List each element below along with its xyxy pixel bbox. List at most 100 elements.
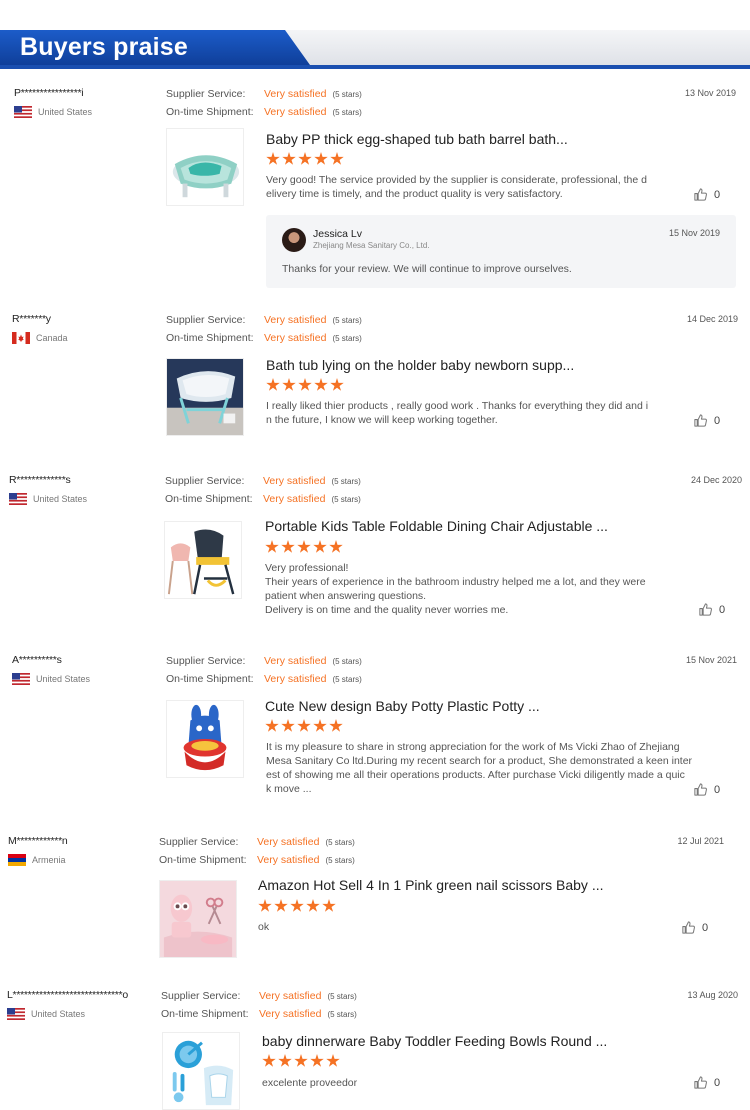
- product-thumbnail[interactable]: [166, 358, 244, 436]
- product-thumbnail[interactable]: [159, 880, 237, 958]
- supplier-service-label: Supplier Service:: [166, 655, 246, 667]
- supplier-service-rating: Supplier Service: Very satisfied (5 star…: [159, 836, 355, 848]
- product-title[interactable]: Amazon Hot Sell 4 In 1 Pink green nail s…: [258, 877, 604, 893]
- high-chair-image: [165, 522, 241, 598]
- star-icon: [297, 719, 311, 732]
- product-title[interactable]: Portable Kids Table Foldable Dining Chai…: [265, 518, 608, 534]
- canada-flag-icon: [12, 332, 30, 344]
- star-icon: [297, 540, 311, 553]
- shipment-label: On-time Shipment:: [165, 493, 253, 505]
- review-date: 13 Aug 2020: [687, 990, 738, 1000]
- country-name: Canada: [36, 333, 68, 343]
- product-title[interactable]: Baby PP thick egg-shaped tub bath barrel…: [266, 131, 568, 147]
- shipment-value: Very satisfied: [264, 332, 327, 344]
- like-count: 0: [719, 603, 726, 616]
- reviewer-name: R*************s: [9, 474, 71, 486]
- star-icon: [298, 378, 312, 391]
- supplier-service-value: Very satisfied: [259, 990, 322, 1002]
- star-icon: [326, 1054, 340, 1067]
- star-icon: [314, 378, 328, 391]
- product-title[interactable]: Bath tub lying on the holder baby newbor…: [266, 357, 574, 373]
- like-count: 0: [714, 414, 721, 427]
- like-button[interactable]: 0: [693, 782, 720, 797]
- reviewer-name: R*******y: [12, 313, 51, 325]
- reviewer-country: Canada: [12, 332, 68, 344]
- thumb-up-icon: [693, 413, 708, 428]
- star-icon: [298, 152, 312, 165]
- country-name: United States: [33, 494, 88, 504]
- shipment-value: Very satisfied: [257, 854, 320, 866]
- like-button[interactable]: 0: [693, 413, 720, 428]
- shipment-stars: (5 stars): [331, 495, 361, 504]
- header-underline: [0, 65, 750, 69]
- us-flag-icon: [12, 673, 30, 685]
- star-icon: [262, 1054, 276, 1067]
- star-rating: [266, 152, 346, 166]
- product-thumbnail[interactable]: [162, 1032, 240, 1110]
- like-button[interactable]: 0: [681, 920, 708, 935]
- shipment-label: On-time Shipment:: [159, 854, 247, 866]
- shipment-label: On-time Shipment:: [166, 673, 254, 685]
- review-comment: ok: [258, 921, 270, 933]
- star-rating: [265, 719, 345, 733]
- star-icon: [278, 1054, 292, 1067]
- supplier-service-rating: Supplier Service: Very satisfied (5 star…: [161, 990, 357, 1002]
- star-icon: [322, 899, 336, 912]
- thumb-up-icon: [693, 782, 708, 797]
- section-header: Buyers praise: [0, 0, 750, 70]
- supplier-service-value: Very satisfied: [264, 314, 327, 326]
- like-button[interactable]: 0: [698, 602, 725, 617]
- review-comment: I really liked thier products , really g…: [266, 400, 649, 426]
- supplier-service-label: Supplier Service:: [159, 836, 239, 848]
- star-rating: [266, 378, 346, 392]
- supplier-service-stars: (5 stars): [332, 657, 362, 666]
- supplier-service-rating: Supplier Service: Very satisfied (5 star…: [166, 655, 362, 667]
- bathtub-stand-image: [167, 359, 243, 435]
- product-thumbnail[interactable]: [166, 128, 244, 206]
- feeding-bowls-image: [163, 1033, 239, 1109]
- supplier-service-rating: Supplier Service: Very satisfied (5 star…: [165, 475, 361, 487]
- shipment-value: Very satisfied: [264, 673, 327, 685]
- supplier-service-value: Very satisfied: [264, 88, 327, 100]
- supplier-reply: Jessica Lv Zhejiang Mesa Sanitary Co., L…: [266, 215, 736, 288]
- shipment-label: On-time Shipment:: [161, 1008, 249, 1020]
- shipment-stars: (5 stars): [325, 856, 355, 865]
- us-flag-icon: [7, 1008, 25, 1020]
- like-button[interactable]: 0: [693, 1075, 720, 1090]
- shipment-stars: (5 stars): [332, 675, 362, 684]
- shipment-value: Very satisfied: [264, 106, 327, 118]
- product-thumbnail[interactable]: [164, 521, 242, 599]
- us-flag-icon: [9, 493, 27, 505]
- reviewer-country: United States: [7, 1008, 85, 1020]
- product-title[interactable]: Cute New design Baby Potty Plastic Potty…: [265, 698, 540, 714]
- star-rating: [265, 540, 345, 554]
- star-icon: [314, 152, 328, 165]
- review-date: 12 Jul 2021: [677, 836, 724, 846]
- thumb-up-icon: [681, 920, 696, 935]
- like-button[interactable]: 0: [693, 187, 720, 202]
- star-icon: [290, 899, 304, 912]
- product-title[interactable]: baby dinnerware Baby Toddler Feeding Bow…: [262, 1033, 607, 1049]
- reply-text: Thanks for your review. We will continue…: [282, 263, 572, 275]
- reviewer-country: United States: [12, 673, 90, 685]
- baby-potty-image: [167, 701, 243, 777]
- shipment-rating: On-time Shipment: Very satisfied (5 star…: [159, 854, 355, 866]
- supplier-service-stars: (5 stars): [327, 992, 357, 1001]
- reviewer-country: United States: [9, 493, 87, 505]
- bathtub-image: [172, 155, 240, 198]
- product-thumbnail[interactable]: [166, 700, 244, 778]
- country-name: United States: [31, 1009, 86, 1019]
- thumb-up-icon: [693, 1075, 708, 1090]
- reviewer-country: United States: [14, 106, 92, 118]
- nail-scissors-set-image: [160, 881, 236, 957]
- supplier-service-label: Supplier Service:: [165, 475, 245, 487]
- star-icon: [258, 899, 272, 912]
- supplier-service-label: Supplier Service:: [166, 314, 246, 326]
- review-date: 24 Dec 2020: [690, 475, 742, 485]
- star-rating: [258, 899, 338, 913]
- supplier-service-label: Supplier Service:: [166, 88, 246, 100]
- shipment-rating: On-time Shipment: Very satisfied (5 star…: [161, 1008, 357, 1020]
- review-date: 13 Nov 2019: [684, 88, 736, 98]
- review-comment: Very good! The service provided by the s…: [266, 174, 647, 200]
- shipment-stars: (5 stars): [327, 1010, 357, 1019]
